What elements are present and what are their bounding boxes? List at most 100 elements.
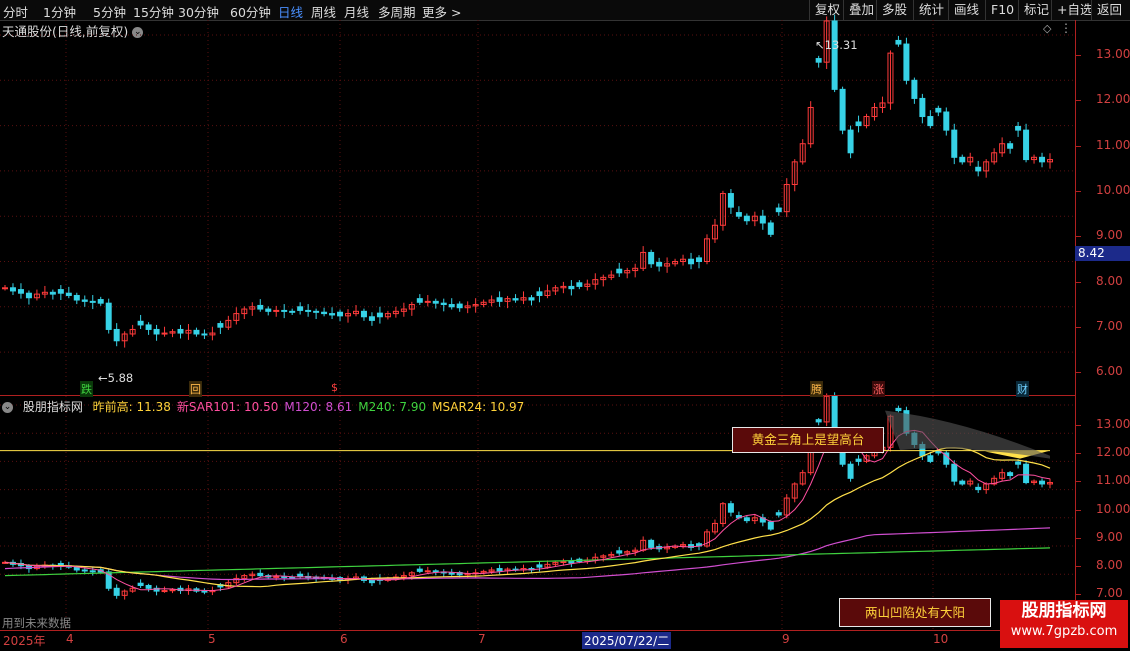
ind-candle-body bbox=[815, 419, 822, 423]
annotation-box-top: 黄金三角上是望高台 bbox=[732, 427, 884, 453]
ind-axis-tick-5 bbox=[1076, 566, 1081, 567]
price-candle-body bbox=[137, 320, 144, 326]
high-value: 13.31 bbox=[824, 38, 858, 52]
price-candle-body bbox=[919, 97, 926, 118]
price-candle-body bbox=[360, 310, 367, 318]
ind-axis-label-4: 9.00 bbox=[1096, 529, 1123, 544]
date-label-1: 4 bbox=[66, 632, 74, 646]
ind-candle-body bbox=[169, 589, 176, 592]
price-axis: 13.00 12.00 11.00 10.00 9.00 8.00 7.00 6.00 13.0… bbox=[1075, 20, 1130, 630]
price-candle-body bbox=[536, 291, 543, 296]
ind-axis-label-5: 8.00 bbox=[1096, 558, 1123, 572]
ind-candle-body bbox=[424, 570, 431, 573]
ind-candle-body bbox=[975, 486, 982, 491]
ind-candle-body bbox=[560, 561, 567, 564]
ind-candle-body bbox=[1039, 480, 1046, 485]
price-candle-body bbox=[305, 309, 312, 312]
ind-candle-body bbox=[767, 521, 774, 530]
indicator-value-3: M240: 7.90 bbox=[358, 400, 427, 414]
price-candle-body bbox=[432, 300, 439, 304]
ind-candle-body bbox=[895, 407, 902, 412]
indicator-name: 股朋指标网 bbox=[22, 400, 83, 414]
ind-axis-label-1: 12.00 bbox=[1096, 445, 1130, 460]
price-candle-body bbox=[688, 258, 695, 265]
price-candle-body bbox=[113, 328, 120, 342]
low-price-label: ←5.88 bbox=[98, 371, 134, 385]
price-candle-body bbox=[9, 287, 16, 292]
ind-candle-body bbox=[201, 590, 208, 593]
indicator-value-4: MSAR24: 10.97 bbox=[432, 400, 525, 414]
future-data-note: 用到未来数据 bbox=[2, 616, 71, 630]
price-candle-body bbox=[97, 299, 104, 304]
price-candle-body bbox=[727, 193, 734, 208]
ind-candle-body bbox=[847, 463, 854, 479]
price-candle-body bbox=[759, 215, 766, 224]
low-value: 5.88 bbox=[107, 371, 134, 385]
price-axis-tick-7 bbox=[1076, 372, 1081, 374]
price-candle-body bbox=[648, 251, 655, 265]
ind-axis-label-0: 13.00 bbox=[1096, 417, 1130, 431]
price-candle-body bbox=[855, 121, 862, 127]
m240-line bbox=[4, 547, 1051, 577]
price-candle-body bbox=[177, 328, 184, 334]
price-axis-label-6: 7.00 bbox=[1096, 318, 1123, 333]
pane-divider bbox=[0, 395, 1075, 396]
price-candle-body bbox=[456, 303, 463, 309]
signal-marker-0: 跌 bbox=[80, 381, 93, 397]
ind-candle-body bbox=[432, 570, 439, 573]
price-candle-body bbox=[297, 306, 304, 311]
price-axis-label-0: 13.00 bbox=[1096, 47, 1130, 61]
price-candle-body bbox=[1007, 143, 1014, 149]
price-candle-body bbox=[975, 166, 982, 172]
ind-candle-body bbox=[951, 463, 958, 482]
price-candle-body bbox=[2, 287, 8, 290]
price-candle-body bbox=[496, 297, 503, 302]
price-candle-body bbox=[815, 58, 822, 63]
ind-candle-body bbox=[648, 539, 655, 548]
signal-marker-4: 涨 bbox=[872, 381, 885, 397]
price-axis-tick-0 bbox=[1076, 55, 1081, 56]
price-axis-tick-3 bbox=[1076, 190, 1081, 192]
ind-candle-body bbox=[568, 561, 575, 564]
signal-marker-5: 财 bbox=[1016, 381, 1029, 397]
price-candle-body bbox=[73, 294, 80, 301]
price-candle-body bbox=[951, 129, 958, 158]
ind-candle-body bbox=[297, 573, 304, 577]
price-candle-body bbox=[313, 310, 320, 313]
price-candle-body bbox=[448, 304, 455, 308]
indicator-title: ⌄ 股朋指标网 昨前高: 11.38 新SAR101: 10.50 M120: 8.… bbox=[2, 398, 530, 415]
price-candle-body bbox=[376, 312, 383, 318]
ind-candle-body bbox=[496, 568, 503, 572]
price-candle-body bbox=[656, 261, 663, 267]
indicator-value-1: 新SAR101: 10.50 bbox=[176, 400, 279, 414]
resistance-band bbox=[885, 410, 1050, 459]
ind-candle-body bbox=[743, 517, 750, 522]
price-axis-tick-2 bbox=[1076, 145, 1081, 147]
ind-candle-body bbox=[927, 455, 934, 462]
ind-candle-body bbox=[113, 587, 120, 596]
price-candle-body bbox=[743, 215, 750, 222]
price-candle-body bbox=[65, 292, 72, 296]
price-candle-body bbox=[57, 289, 64, 294]
date-label-3: 6 bbox=[340, 632, 348, 646]
price-candle-body bbox=[775, 207, 782, 213]
ind-axis-tick-1 bbox=[1076, 453, 1081, 455]
price-axis-label-5: 8.00 bbox=[1096, 273, 1123, 288]
high-price-label: ↖13.31 bbox=[815, 38, 858, 52]
price-candle-body bbox=[265, 308, 272, 312]
candlestick-chart[interactable] bbox=[0, 0, 1130, 650]
watermark-url: www.7gpzb.com bbox=[1010, 624, 1118, 639]
price-candle-body bbox=[1023, 129, 1030, 161]
date-label-2: 5 bbox=[208, 632, 216, 646]
ind-candle-body bbox=[855, 458, 862, 462]
ind-axis-tick-6 bbox=[1076, 594, 1081, 596]
price-candle-body bbox=[257, 304, 264, 310]
price-axis-tick-1 bbox=[1076, 100, 1081, 102]
chevron-down-icon[interactable]: ⌄ bbox=[2, 402, 13, 413]
ind-candle-body bbox=[416, 568, 423, 572]
ind-candle-body bbox=[137, 582, 144, 586]
date-axis: 2025年 4 5 6 7 2025/07/22/二 9 10 bbox=[0, 630, 1075, 651]
price-candle-body bbox=[289, 310, 296, 313]
price-axis-label-3: 10.00 bbox=[1096, 182, 1130, 197]
price-candle-body bbox=[49, 291, 56, 295]
